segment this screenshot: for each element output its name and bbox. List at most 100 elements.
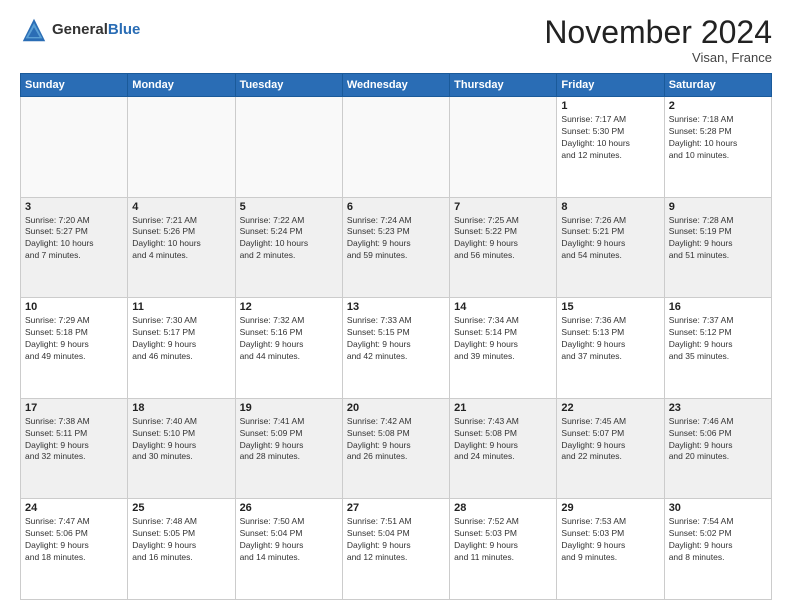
day-info: Sunrise: 7:33 AM Sunset: 5:15 PM Dayligh… (347, 315, 445, 363)
col-sunday: Sunday (21, 74, 128, 97)
day-info: Sunrise: 7:26 AM Sunset: 5:21 PM Dayligh… (561, 215, 659, 263)
col-wednesday: Wednesday (342, 74, 449, 97)
day-number: 13 (347, 301, 445, 313)
day-info: Sunrise: 7:37 AM Sunset: 5:12 PM Dayligh… (669, 315, 767, 363)
day-number: 23 (669, 402, 767, 414)
day-number: 30 (669, 502, 767, 514)
location: Visan, France (544, 50, 772, 65)
day-info: Sunrise: 7:41 AM Sunset: 5:09 PM Dayligh… (240, 416, 338, 464)
logo: GeneralBlue (20, 16, 140, 44)
calendar-cell (128, 97, 235, 198)
day-info: Sunrise: 7:22 AM Sunset: 5:24 PM Dayligh… (240, 215, 338, 263)
day-number: 9 (669, 201, 767, 213)
header-right: November 2024 Visan, France (544, 16, 772, 65)
day-info: Sunrise: 7:46 AM Sunset: 5:06 PM Dayligh… (669, 416, 767, 464)
day-number: 12 (240, 301, 338, 313)
day-number: 22 (561, 402, 659, 414)
day-number: 3 (25, 201, 123, 213)
day-number: 26 (240, 502, 338, 514)
calendar-cell (21, 97, 128, 198)
day-number: 10 (25, 301, 123, 313)
calendar-row-0: 1 Sunrise: 7:17 AM Sunset: 5:30 PM Daylig… (21, 97, 772, 198)
day-info: Sunrise: 7:29 AM Sunset: 5:18 PM Dayligh… (25, 315, 123, 363)
day-info: Sunrise: 7:48 AM Sunset: 5:05 PM Dayligh… (132, 516, 230, 564)
day-number: 19 (240, 402, 338, 414)
calendar-cell: 5 Sunrise: 7:22 AM Sunset: 5:24 PM Daylig… (235, 197, 342, 298)
day-info: Sunrise: 7:25 AM Sunset: 5:22 PM Dayligh… (454, 215, 552, 263)
calendar-cell: 11 Sunrise: 7:30 AM Sunset: 5:17 PM Dayli… (128, 298, 235, 399)
calendar-cell: 18Sunrise: 7:40 AM Sunset: 5:10 PM Dayli… (128, 398, 235, 499)
day-info: Sunrise: 7:50 AM Sunset: 5:04 PM Dayligh… (240, 516, 338, 564)
calendar-cell: 10 Sunrise: 7:29 AM Sunset: 5:18 PM Dayli… (21, 298, 128, 399)
calendar-header-row: Sunday Monday Tuesday Wednesday Thursday… (21, 74, 772, 97)
day-info: Sunrise: 7:53 AM Sunset: 5:03 PM Dayligh… (561, 516, 659, 564)
day-info: Sunrise: 7:32 AM Sunset: 5:16 PM Dayligh… (240, 315, 338, 363)
day-number: 7 (454, 201, 552, 213)
calendar-cell (450, 97, 557, 198)
day-number: 15 (561, 301, 659, 313)
calendar-cell: 14 Sunrise: 7:34 AM Sunset: 5:14 PM Dayli… (450, 298, 557, 399)
month-title: November 2024 (544, 16, 772, 48)
calendar-cell: 26 Sunrise: 7:50 AM Sunset: 5:04 PM Dayli… (235, 499, 342, 600)
day-info: Sunrise: 7:24 AM Sunset: 5:23 PM Dayligh… (347, 215, 445, 263)
calendar-row-2: 10 Sunrise: 7:29 AM Sunset: 5:18 PM Dayli… (21, 298, 772, 399)
day-info: Sunrise: 7:17 AM Sunset: 5:30 PM Dayligh… (561, 114, 659, 162)
calendar-cell: 21Sunrise: 7:43 AM Sunset: 5:08 PM Dayli… (450, 398, 557, 499)
day-info: Sunrise: 7:52 AM Sunset: 5:03 PM Dayligh… (454, 516, 552, 564)
day-number: 11 (132, 301, 230, 313)
page: GeneralBlue November 2024 Visan, France … (0, 0, 792, 612)
calendar-cell: 22 Sunrise: 7:45 AM Sunset: 5:07 PM Dayli… (557, 398, 664, 499)
calendar-cell (235, 97, 342, 198)
day-info: Sunrise: 7:34 AM Sunset: 5:14 PM Dayligh… (454, 315, 552, 363)
day-number: 16 (669, 301, 767, 313)
day-info: Sunrise: 7:21 AM Sunset: 5:26 PM Dayligh… (132, 215, 230, 263)
calendar-cell (342, 97, 449, 198)
day-info: Sunrise: 7:47 AM Sunset: 5:06 PM Dayligh… (25, 516, 123, 564)
header: GeneralBlue November 2024 Visan, France (20, 16, 772, 65)
calendar-cell: 24 Sunrise: 7:47 AM Sunset: 5:06 PM Dayli… (21, 499, 128, 600)
calendar-cell: 17Sunrise: 7:38 AM Sunset: 5:11 PM Dayli… (21, 398, 128, 499)
day-number: 6 (347, 201, 445, 213)
day-number: 14 (454, 301, 552, 313)
calendar-cell: 23 Sunrise: 7:46 AM Sunset: 5:06 PM Dayli… (664, 398, 771, 499)
day-number: 8 (561, 201, 659, 213)
col-saturday: Saturday (664, 74, 771, 97)
day-number: 25 (132, 502, 230, 514)
day-number: 5 (240, 201, 338, 213)
col-friday: Friday (557, 74, 664, 97)
calendar-cell: 4 Sunrise: 7:21 AM Sunset: 5:26 PM Daylig… (128, 197, 235, 298)
day-info: Sunrise: 7:28 AM Sunset: 5:19 PM Dayligh… (669, 215, 767, 263)
calendar-cell: 12 Sunrise: 7:32 AM Sunset: 5:16 PM Dayli… (235, 298, 342, 399)
calendar-cell: 1 Sunrise: 7:17 AM Sunset: 5:30 PM Daylig… (557, 97, 664, 198)
calendar-cell: 3 Sunrise: 7:20 AM Sunset: 5:27 PM Daylig… (21, 197, 128, 298)
calendar-cell: 29 Sunrise: 7:53 AM Sunset: 5:03 PM Dayli… (557, 499, 664, 600)
day-info: Sunrise: 7:45 AM Sunset: 5:07 PM Dayligh… (561, 416, 659, 464)
col-tuesday: Tuesday (235, 74, 342, 97)
calendar-cell: 16 Sunrise: 7:37 AM Sunset: 5:12 PM Dayli… (664, 298, 771, 399)
calendar-cell: 8 Sunrise: 7:26 AM Sunset: 5:21 PM Daylig… (557, 197, 664, 298)
day-info: Sunrise: 7:38 AM Sunset: 5:11 PM Dayligh… (25, 416, 123, 464)
calendar-cell: 9 Sunrise: 7:28 AM Sunset: 5:19 PM Daylig… (664, 197, 771, 298)
day-number: 20 (347, 402, 445, 414)
day-number: 21 (454, 402, 552, 414)
logo-icon (20, 16, 48, 44)
day-number: 1 (561, 100, 659, 112)
calendar-cell: 6 Sunrise: 7:24 AM Sunset: 5:23 PM Daylig… (342, 197, 449, 298)
day-number: 28 (454, 502, 552, 514)
day-info: Sunrise: 7:42 AM Sunset: 5:08 PM Dayligh… (347, 416, 445, 464)
calendar-cell: 30Sunrise: 7:54 AM Sunset: 5:02 PM Dayli… (664, 499, 771, 600)
day-info: Sunrise: 7:30 AM Sunset: 5:17 PM Dayligh… (132, 315, 230, 363)
logo-general-text: General (52, 21, 108, 38)
day-number: 29 (561, 502, 659, 514)
day-number: 4 (132, 201, 230, 213)
day-info: Sunrise: 7:20 AM Sunset: 5:27 PM Dayligh… (25, 215, 123, 263)
day-info: Sunrise: 7:40 AM Sunset: 5:10 PM Dayligh… (132, 416, 230, 464)
day-number: 24 (25, 502, 123, 514)
col-monday: Monday (128, 74, 235, 97)
calendar-cell: 28 Sunrise: 7:52 AM Sunset: 5:03 PM Dayli… (450, 499, 557, 600)
day-info: Sunrise: 7:51 AM Sunset: 5:04 PM Dayligh… (347, 516, 445, 564)
calendar-row-1: 3 Sunrise: 7:20 AM Sunset: 5:27 PM Daylig… (21, 197, 772, 298)
calendar-cell: 20 Sunrise: 7:42 AM Sunset: 5:08 PM Dayli… (342, 398, 449, 499)
calendar-cell: 13 Sunrise: 7:33 AM Sunset: 5:15 PM Dayli… (342, 298, 449, 399)
col-thursday: Thursday (450, 74, 557, 97)
